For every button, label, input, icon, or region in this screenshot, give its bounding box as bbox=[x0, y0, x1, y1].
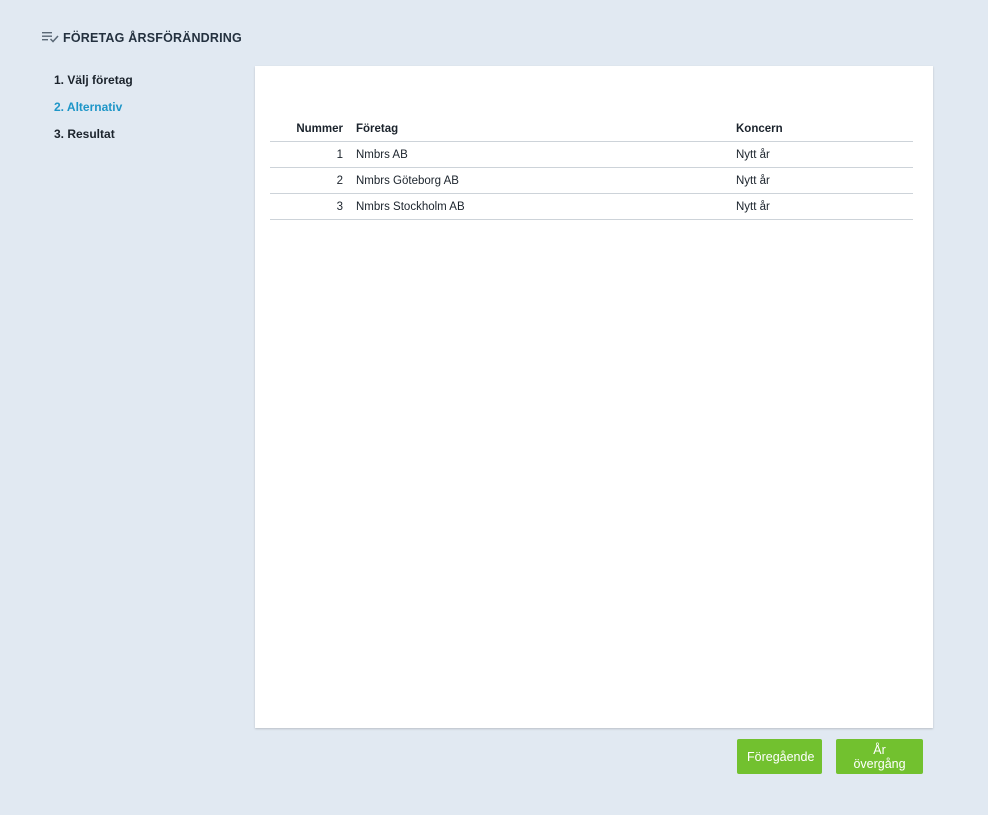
cell-number: 3 bbox=[270, 193, 356, 220]
table-row[interactable]: 3 Nmbrs Stockholm AB Nytt år bbox=[270, 193, 913, 220]
checklist-icon bbox=[42, 31, 60, 45]
step-options[interactable]: 2. Alternativ bbox=[54, 99, 133, 126]
cell-number: 1 bbox=[270, 141, 356, 168]
page-header: FÖRETAG ÅRSFÖRÄNDRING bbox=[42, 28, 242, 48]
cell-group: Nytt år bbox=[736, 167, 913, 194]
year-transition-button[interactable]: År övergång bbox=[836, 739, 923, 774]
cell-company: Nmbrs AB bbox=[356, 141, 736, 168]
cell-group: Nytt år bbox=[736, 141, 913, 168]
page-title: FÖRETAG ÅRSFÖRÄNDRING bbox=[63, 31, 242, 45]
column-header-number[interactable]: Nummer bbox=[270, 116, 356, 142]
wizard-steps: 1. Välj företag 2. Alternativ 3. Resulta… bbox=[54, 72, 133, 153]
column-header-company[interactable]: Företag bbox=[356, 116, 736, 142]
company-table: Nummer Företag Koncern 1 Nmbrs AB Nytt å… bbox=[270, 116, 913, 220]
content-card: Nummer Företag Koncern 1 Nmbrs AB Nytt å… bbox=[255, 66, 933, 728]
column-header-group[interactable]: Koncern bbox=[736, 116, 913, 142]
cell-company: Nmbrs Stockholm AB bbox=[356, 193, 736, 220]
cell-company: Nmbrs Göteborg AB bbox=[356, 167, 736, 194]
table-header-row: Nummer Företag Koncern bbox=[270, 116, 913, 142]
step-result[interactable]: 3. Resultat bbox=[54, 126, 133, 153]
action-buttons: Föregående År övergång bbox=[723, 739, 923, 774]
cell-number: 2 bbox=[270, 167, 356, 194]
table-row[interactable]: 1 Nmbrs AB Nytt år bbox=[270, 141, 913, 168]
cell-group: Nytt år bbox=[736, 193, 913, 220]
previous-button[interactable]: Föregående bbox=[737, 739, 822, 774]
table-row[interactable]: 2 Nmbrs Göteborg AB Nytt år bbox=[270, 167, 913, 194]
step-select-company[interactable]: 1. Välj företag bbox=[54, 72, 133, 99]
